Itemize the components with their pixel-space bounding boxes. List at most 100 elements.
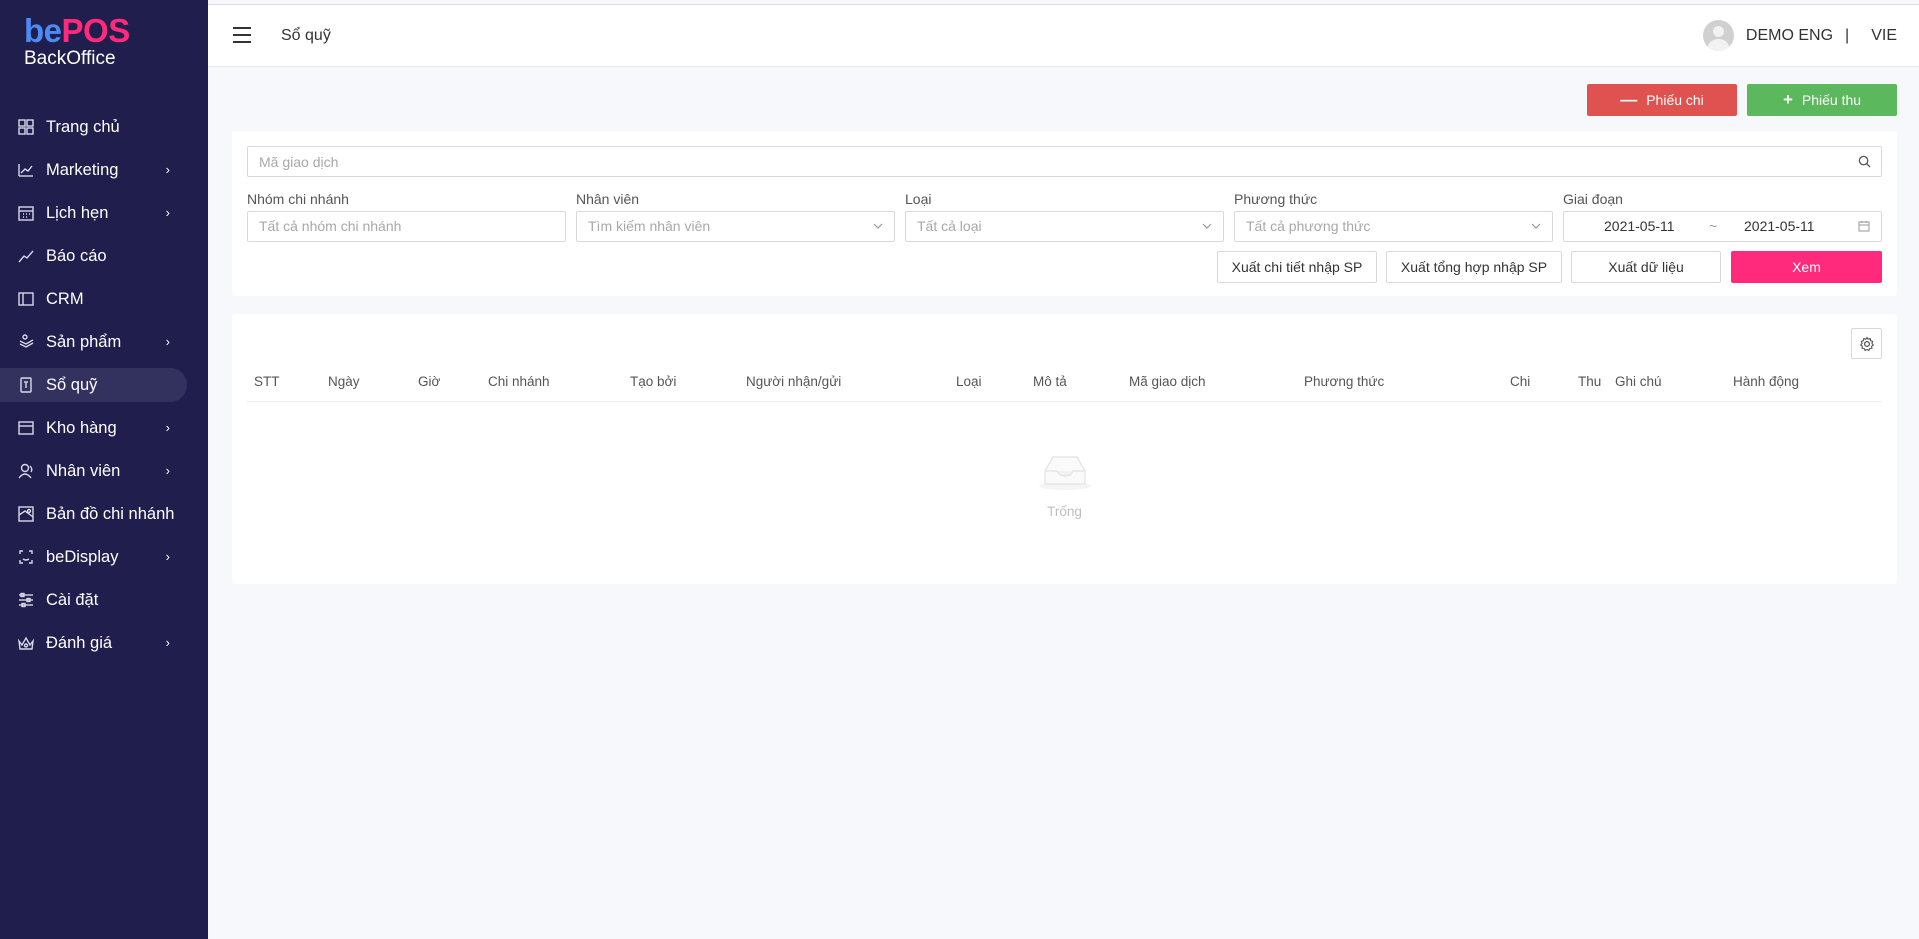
column-header: Mã giao dịch: [1129, 374, 1206, 389]
export-detail-button[interactable]: Xuất chi tiết nhập SP: [1217, 251, 1377, 283]
sidebar-nav: Trang chủ Marketing › Lịch hẹn › Báo cáo CRM Sả…: [0, 110, 208, 669]
minus-icon: —: [1620, 90, 1638, 109]
chevron-right-icon: ›: [165, 162, 170, 177]
sidebar-item-bản-đồ-chi-nhánh[interactable]: Bản đồ chi nhánh: [0, 497, 208, 531]
menu-toggle-icon[interactable]: [233, 27, 251, 43]
top-header: Sổ quỹ DEMO ENG | VIE: [208, 4, 1919, 67]
transaction-search-input[interactable]: [248, 147, 1881, 176]
transaction-search: [247, 146, 1882, 177]
period-field: Giai đoạn 2021-05-11 ~ 2021-05-11: [1563, 191, 1882, 242]
sidebar-item-báo-cáo[interactable]: Báo cáo: [0, 239, 208, 273]
display-icon: [16, 547, 36, 567]
sidebar-item-lịch-hẹn[interactable]: Lịch hẹn ›: [0, 196, 208, 230]
branch-group-field: Nhóm chi nhánh Tất cả nhóm chi nhánh: [247, 191, 566, 242]
filter-card: Nhóm chi nhánh Tất cả nhóm chi nhánh Nhâ…: [232, 131, 1897, 296]
sidebar-item-label: Kho hàng: [46, 418, 117, 437]
trend-icon: [16, 246, 36, 266]
column-header: Chi: [1510, 374, 1531, 389]
search-icon[interactable]: [1858, 155, 1871, 168]
column-header: Chi nhánh: [488, 374, 550, 389]
cashbook-icon: [16, 375, 36, 395]
avatar[interactable]: [1702, 20, 1734, 51]
chevron-down-icon: [1202, 223, 1212, 229]
warehouse-icon: [16, 418, 36, 438]
empty-inbox-icon: [1038, 456, 1091, 490]
logo-be: be: [24, 12, 62, 49]
column-header: Giờ: [418, 374, 441, 389]
calendar-icon: [16, 203, 36, 223]
sidebar-item-label: Báo cáo: [46, 246, 107, 265]
column-settings-button[interactable]: [1851, 328, 1882, 359]
branch-group-select[interactable]: Tất cả nhóm chi nhánh: [247, 211, 566, 242]
map-icon: [16, 504, 36, 524]
chevron-right-icon: ›: [165, 205, 170, 220]
column-header: Ghi chú: [1615, 374, 1662, 389]
export-data-button[interactable]: Xuất dữ liệu: [1571, 251, 1721, 283]
user-name[interactable]: DEMO ENG: [1746, 27, 1833, 45]
export-summary-button[interactable]: Xuất tổng hợp nhập SP: [1386, 251, 1562, 283]
page-title: Sổ quỹ: [281, 27, 331, 44]
sidebar-item-label: Bản đồ chi nhánh: [46, 504, 175, 523]
empty-text: Trống: [1047, 504, 1082, 519]
column-header: Mô tả: [1033, 374, 1067, 389]
sidebar-item-trang-chủ[interactable]: Trang chủ: [0, 110, 208, 144]
sidebar-item-cài-đặt[interactable]: Cài đặt: [0, 583, 208, 617]
chevron-right-icon: ›: [165, 420, 170, 435]
branch-group-label: Nhóm chi nhánh: [247, 191, 349, 207]
sidebar-item-label: Marketing: [46, 160, 119, 179]
column-header: Loại: [956, 374, 982, 389]
method-field: Phương thức Tất cả phương thức: [1234, 191, 1553, 242]
sidebar-item-sổ-quỹ[interactable]: Sổ quỹ: [0, 368, 187, 402]
period-to[interactable]: 2021-05-11: [1744, 212, 1815, 241]
sidebar-item-nhân-viên[interactable]: Nhân viên ›: [0, 454, 208, 488]
language-switch[interactable]: VIE: [1871, 27, 1897, 45]
type-select[interactable]: Tất cả loại: [905, 211, 1224, 242]
income-voucher-button[interactable]: + Phiếu thu: [1747, 84, 1897, 116]
column-header: Thu: [1578, 374, 1602, 389]
sidebar-item-label: Nhân viên: [46, 461, 121, 480]
sidebar-item-marketing[interactable]: Marketing ›: [0, 153, 208, 187]
column-header: Hành động: [1733, 374, 1800, 389]
product-icon: [16, 332, 36, 352]
sidebar-item-kho-hàng[interactable]: Kho hàng ›: [0, 411, 208, 445]
sidebar-item-bedisplay[interactable]: beDisplay ›: [0, 540, 208, 574]
sidebar-item-crm[interactable]: CRM: [0, 282, 208, 316]
period-range-picker[interactable]: 2021-05-11 ~ 2021-05-11: [1563, 211, 1882, 242]
chevron-down-icon: [1531, 223, 1541, 229]
column-header: Ngày: [328, 374, 360, 389]
staff-icon: [16, 461, 36, 481]
chevron-right-icon: ›: [165, 635, 170, 650]
staff-select[interactable]: Tìm kiếm nhân viên: [576, 211, 895, 242]
period-from[interactable]: 2021-05-11: [1604, 212, 1675, 241]
sidebar-item-sản-phẩm[interactable]: Sản phẩm ›: [0, 325, 208, 359]
staff-field: Nhân viên Tìm kiếm nhân viên: [576, 191, 895, 242]
expense-voucher-label: Phiếu chi: [1646, 92, 1704, 108]
chevron-down-icon: [873, 223, 883, 229]
sidebar-item-đánh-giá[interactable]: Đánh giá ›: [0, 626, 208, 660]
plus-icon: +: [1782, 90, 1793, 109]
column-header: Phương thức: [1304, 374, 1385, 389]
expense-voucher-button[interactable]: — Phiếu chi: [1587, 84, 1737, 116]
sidebar-item-label: Đánh giá: [46, 633, 113, 652]
type-label: Loại: [905, 191, 932, 207]
chevron-right-icon: ›: [165, 334, 170, 349]
chart-line-icon: [16, 160, 36, 180]
income-voucher-label: Phiếu thu: [1801, 92, 1862, 108]
sidebar-item-label: Sổ quỹ: [46, 375, 98, 394]
type-placeholder: Tất cả loại: [917, 218, 982, 234]
method-select[interactable]: Tất cả phương thức: [1234, 211, 1553, 242]
column-header: Tạo bởi: [630, 374, 677, 389]
staff-placeholder: Tìm kiếm nhân viên: [588, 218, 711, 234]
column-header: Người nhận/gửi: [746, 374, 842, 389]
bepos-logo[interactable]: bePOS BackOffice: [24, 14, 130, 68]
method-label: Phương thức: [1234, 191, 1318, 207]
calendar-icon: [1858, 221, 1870, 232]
chevron-right-icon: ›: [165, 463, 170, 478]
grid-icon: [16, 117, 36, 137]
view-button[interactable]: Xem: [1731, 251, 1882, 283]
sidebar-item-label: Trang chủ: [46, 117, 120, 136]
period-label: Giai đoạn: [1563, 191, 1623, 207]
sidebar: bePOS BackOffice Trang chủ Marketing › Lịch…: [0, 0, 208, 939]
method-placeholder: Tất cả phương thức: [1246, 218, 1371, 234]
sidebar-item-label: Sản phẩm: [46, 332, 122, 351]
